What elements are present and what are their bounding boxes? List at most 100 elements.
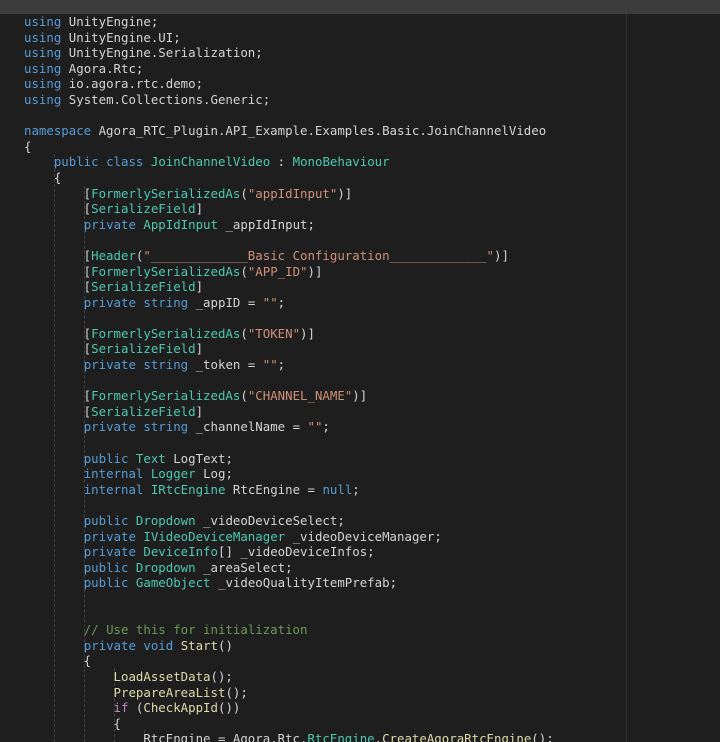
code-token: :	[270, 154, 293, 170]
code-token: UnityEngine.Serialization;	[61, 45, 263, 61]
code-token: ;	[322, 419, 330, 435]
code-token: ()	[218, 637, 233, 653]
code-token: ]	[195, 201, 204, 217]
code-token: private	[83, 419, 136, 435]
code-token: )]	[352, 388, 368, 404]
code-token: (	[240, 185, 248, 201]
code-token: )]	[300, 325, 315, 341]
code-line: private string _token = "";	[24, 357, 720, 373]
code-editor[interactable]: using UnityEngine; using UnityEngine.UI; u…	[0, 14, 720, 742]
code-token: _channelName =	[188, 419, 308, 435]
code-line: PrepareAreaList();	[24, 685, 720, 701]
code-token: RtcEngine = Agora.Rtc.	[24, 731, 308, 742]
code-token: Dropdown	[135, 559, 196, 575]
code-line: private DeviceInfo[] _videoDeviceInfos;	[24, 544, 720, 560]
code-line: public class JoinChannelVideo : MonoBeha…	[24, 154, 720, 170]
code-line: [SerializeField]	[24, 404, 720, 420]
code-token: )]	[494, 247, 509, 263]
code-token: RtcEngine	[307, 731, 375, 742]
code-token: RtcEngine =	[225, 481, 323, 497]
code-token: public	[83, 513, 129, 528]
code-token: (	[240, 388, 248, 404]
code-token: ;	[277, 294, 286, 310]
code-token: ())	[217, 700, 241, 716]
code-token: internal	[83, 466, 144, 482]
code-token: public	[83, 575, 129, 591]
code-token: Log;	[195, 466, 233, 482]
code-line: if (CheckAppId())	[24, 700, 720, 716]
code-token: GameObject	[135, 575, 211, 591]
code-token: CheckAppId	[143, 700, 218, 716]
code-token: [	[24, 388, 92, 404]
code-line: private string _appID = "";	[24, 295, 720, 311]
code-line: [SerializeField]	[24, 341, 720, 357]
code-token: SerializeField	[91, 403, 196, 419]
code-token: Agora.Rtc;	[61, 60, 144, 76]
code-token: [	[24, 279, 92, 295]
code-line: internal Logger Log;	[24, 466, 720, 482]
code-token: "TOKEN"	[247, 325, 301, 341]
code-line: using UnityEngine.Serialization;	[24, 45, 720, 61]
code-token: public	[53, 154, 99, 170]
code-line: {	[24, 653, 720, 669]
code-token: null	[322, 481, 353, 497]
code-token: IVideoDeviceManager	[143, 528, 286, 544]
code-line: private AppIdInput _appIdInput;	[24, 217, 720, 233]
code-token: {	[24, 715, 121, 731]
code-token: private	[83, 216, 136, 232]
code-token: using	[24, 76, 62, 92]
code-line: public Dropdown _videoDeviceSelect;	[24, 513, 720, 529]
code-token: ();	[210, 668, 233, 684]
code-line: public GameObject _videoQualityItemPrefa…	[24, 575, 720, 591]
code-token: _token =	[188, 357, 263, 373]
code-token: SerializeField	[91, 279, 196, 295]
code-token: _appID =	[188, 294, 263, 310]
code-line: // Use this for initialization	[24, 622, 720, 638]
code-token: LogText;	[165, 450, 233, 466]
window-title-bar	[0, 0, 720, 15]
code-line: using UnityEngine;	[24, 14, 720, 30]
code-token: string	[143, 294, 189, 310]
code-token: ""	[262, 357, 278, 373]
code-token: [	[24, 325, 92, 341]
code-token: Start	[180, 637, 218, 653]
code-line: [SerializeField]	[24, 201, 720, 217]
code-token: "_____________Basic Configuration_______…	[143, 247, 494, 263]
code-token: public	[83, 450, 129, 466]
code-token: void	[143, 637, 174, 653]
code-token: string	[143, 357, 189, 373]
code-line: [FormerlySerializedAs("CHANNEL_NAME")]	[24, 388, 720, 404]
code-token: FormerlySerializedAs	[91, 185, 241, 201]
code-token: _videoDeviceManager;	[285, 528, 442, 544]
code-token: MonoBehaviour	[292, 154, 390, 170]
code-token: ();	[225, 684, 248, 700]
code-token: _videoQualityItemPrefab;	[210, 575, 398, 591]
code-token: IRtcEngine	[150, 481, 226, 497]
code-token: [	[24, 341, 92, 357]
code-token: FormerlySerializedAs	[91, 325, 241, 341]
code-token: _areaSelect;	[195, 559, 293, 575]
code-token: )]	[337, 185, 353, 201]
code-token: Header	[91, 247, 136, 263]
code-token: PrepareAreaList	[113, 684, 226, 700]
code-token: private	[83, 637, 136, 653]
code-token: class	[106, 154, 144, 170]
code-token: _appIdInput;	[217, 216, 315, 232]
code-token: "APP_ID"	[247, 263, 308, 279]
